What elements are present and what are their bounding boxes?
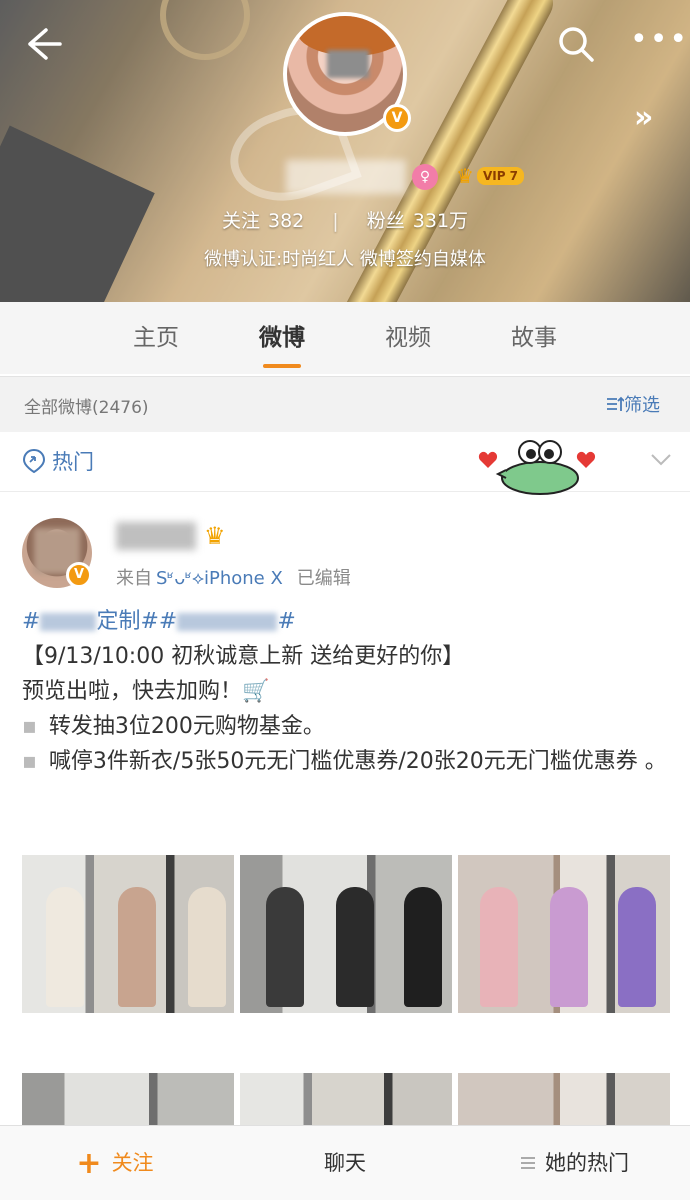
photo-figure [336,887,374,1007]
avatar-blur [327,50,369,78]
hashtag-mark: # [158,609,178,634]
hashtag-mark: # [22,609,41,634]
source-device[interactable]: Sʶᴗʶ⟡iPhone X [156,568,283,589]
chat-button-label: 聊天 [324,1151,366,1175]
hot-label: 热门 [52,450,94,474]
vip-level: VIP 7 [476,167,525,185]
all-posts-count: 全部微博(2476) [24,398,149,418]
post-hashtags[interactable]: # 定制## # [22,604,672,639]
follow-count: 382 [267,210,305,232]
verification-text: 微博认证:时尚红人 微博签约自媒体 [204,249,486,270]
bullet-icon: ▪ [22,714,37,739]
dinosaur-sticker [478,440,596,495]
filter-icon [607,396,625,411]
fans-stat[interactable]: 粉丝 331万 [367,210,468,232]
tab-video[interactable]: 视频 [345,302,471,374]
photo-figure [266,887,304,1007]
plus-icon: + [76,1146,102,1181]
photo-figure [480,887,518,1007]
photo-figure [118,887,156,1007]
edited-label: 已编辑 [296,568,351,589]
follow-button[interactable]: + 关注 [0,1126,230,1200]
verified-v-icon: V [383,104,411,132]
post-photo-3[interactable] [458,855,670,1013]
bullet-1-text: 转发抽3位200元购物基金。 [48,714,325,739]
photo-figure [404,887,442,1007]
more-icon[interactable]: ••• [630,25,687,60]
fans-count: 331万 [412,210,469,232]
post-meta: 来自 Sʶᴗʶ⟡iPhone X 已编辑 [116,564,351,590]
vip-crown-icon: ♛ [456,164,474,188]
menu-icon [521,1157,535,1169]
her-hot-label: 她的热门 [545,1151,629,1175]
filter-label: 筛选 [624,395,660,416]
post-line-2-wrap: 预览出啦，快去加购！🛒 [22,674,672,709]
post-author-name-blurred[interactable] [116,522,196,550]
cart-icon: 🛒 [242,679,270,704]
profile-header: ••• » V ♀ ♛ VIP 7 关注 382 | 粉丝 331万 微博认证:时尚… [0,0,690,302]
post-bullet-1: ▪ 转发抽3位200元购物基金。 [22,709,672,744]
search-icon[interactable] [556,22,596,66]
post-photo-5[interactable] [240,1073,452,1133]
photo-figure [188,887,226,1007]
tab-weibo[interactable]: 微博 [219,302,345,374]
post-photo-6[interactable] [458,1073,670,1133]
chevron-down-icon[interactable] [650,448,672,470]
post-verified-v-icon: V [66,562,92,588]
hashtag-blur [40,613,97,631]
follow-button-label: 关注 [111,1151,154,1175]
member-crown-icon: ♛ [204,522,226,550]
follow-stat[interactable]: 关注 382 [222,210,304,232]
post-line-1: 【9/13/10:00 初秋诚意上新 送给更好的你】 [22,644,465,669]
hashtag-blur [177,613,278,631]
hashtag-text: 定制 [96,609,141,634]
bullet-icon: ▪ [22,749,37,774]
expand-icon[interactable]: » [634,100,674,136]
hashtag-mark: # [277,609,296,634]
source-prefix: 来自 [116,568,152,589]
post-line-2: 预览出啦，快去加购！ [22,679,243,704]
photo-figure [46,887,84,1007]
tab-story[interactable]: 故事 [471,302,597,374]
back-arrow-icon[interactable] [20,22,64,66]
bullet-2-text: 喊停3件新衣/5张50元无门槛优惠券/20张20元无门槛优惠券 。 [48,749,667,774]
vip-badge[interactable]: ♛ VIP 7 [452,163,530,189]
location-pin-icon [22,448,46,474]
fans-label: 粉丝 [366,210,405,232]
stats-divider: | [332,210,339,232]
photo-figure [550,887,588,1007]
hot-dropdown[interactable]: 热门 [22,446,94,476]
post-photo-4[interactable] [22,1073,234,1133]
follow-label: 关注 [221,210,260,232]
bottom-action-bar: + 关注 聊天 她的热门 [0,1125,690,1200]
chat-button[interactable]: 聊天 [230,1126,460,1200]
tab-home[interactable]: 主页 [93,302,219,374]
post-photo-1[interactable] [22,855,234,1013]
photo-figure [618,887,656,1007]
post-photo-2[interactable] [240,855,452,1013]
profile-tabs: 主页 微博 视频 故事 [0,302,690,374]
profile-stats: 关注 382 | 粉丝 331万 [0,206,690,233]
her-hot-button[interactable]: 她的热门 [460,1126,690,1200]
post-text: # 定制## # 【9/13/10:00 初秋诚意上新 送给更好的你】 预览出啦，快… [22,604,672,779]
gender-female-icon: ♀ [412,164,438,190]
profile-name-blurred [286,160,406,194]
filter-button[interactable]: 筛选 [606,391,660,417]
filter-bar: 全部微博(2476) 筛选 [0,376,690,432]
hashtag-mark: # [140,609,159,634]
post-bullet-2: ▪ 喊停3件新衣/5张50元无门槛优惠券/20张20元无门槛优惠券 。 [22,744,672,779]
